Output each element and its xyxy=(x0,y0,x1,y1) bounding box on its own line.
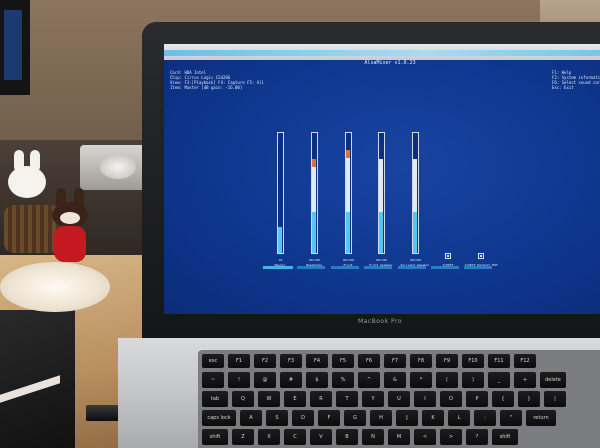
keyboard-key[interactable]: ( xyxy=(436,372,458,388)
keyboard-key[interactable]: F3 xyxy=(280,354,302,368)
keyboard-key[interactable]: F xyxy=(318,410,340,426)
keyboard-key[interactable]: ~ xyxy=(202,372,224,388)
keyboard-key[interactable]: F10 xyxy=(462,354,484,368)
keyboard-key[interactable]: V xyxy=(310,429,332,445)
keyboard-key[interactable]: ! xyxy=(228,372,250,388)
channel-value: 00<>00 xyxy=(343,258,354,262)
keyboard-key[interactable]: esc xyxy=(202,354,224,368)
keyboard-key[interactable]: % xyxy=(332,372,354,388)
channel-volume-low-segment xyxy=(278,227,282,253)
keyboard-key[interactable]: : xyxy=(474,410,496,426)
keyboard-key[interactable]: F6 xyxy=(358,354,380,368)
keyboard-key[interactable]: @ xyxy=(254,372,276,388)
help-line: Esc: Exit xyxy=(552,85,574,90)
channel-value: 44 xyxy=(278,258,283,262)
keyboard-key[interactable]: { xyxy=(492,391,514,407)
brown-rabbit-plush xyxy=(48,188,92,270)
keyboard-key[interactable]: F5 xyxy=(332,354,354,368)
keyboard-key[interactable]: Y xyxy=(362,391,384,407)
keyboard-key[interactable]: ^ xyxy=(358,372,380,388)
keyboard-key[interactable]: F4 xyxy=(306,354,328,368)
keyboard-key[interactable]: S xyxy=(266,410,288,426)
keyboard-key[interactable]: return xyxy=(526,410,556,426)
channel-name[interactable]: Surround Speaker xyxy=(398,263,432,267)
keyboard-key[interactable]: A xyxy=(240,410,262,426)
keyboard-key[interactable]: * xyxy=(410,372,432,388)
channel-volume-low-segment xyxy=(312,212,316,253)
keyboard-key[interactable]: shift xyxy=(202,429,228,445)
channel-name[interactable]: S/PDIF Default PCM xyxy=(464,263,498,267)
keyboard-key[interactable]: _ xyxy=(488,372,510,388)
channel-switch[interactable] xyxy=(478,253,484,259)
keyboard-key[interactable]: I xyxy=(414,391,436,407)
channel-name[interactable]: Front Speaker xyxy=(364,263,398,267)
keyboard-key[interactable]: D xyxy=(292,410,314,426)
keyboard-key[interactable]: J xyxy=(396,410,418,426)
keyboard-key[interactable]: P xyxy=(466,391,488,407)
channel-switch[interactable] xyxy=(445,253,451,259)
keyboard-key[interactable]: G xyxy=(344,410,366,426)
keyboard-key[interactable]: " xyxy=(500,410,522,426)
keyboard-key[interactable]: # xyxy=(280,372,302,388)
keyboard-key[interactable]: tab xyxy=(202,391,228,407)
keyboard-key[interactable]: F2 xyxy=(254,354,276,368)
keyboard-key[interactable]: ) xyxy=(462,372,484,388)
window-titlebar-highlight xyxy=(164,50,600,56)
keyboard-key[interactable]: $ xyxy=(306,372,328,388)
keyboard-key[interactable]: W xyxy=(258,391,280,407)
keyboard-key[interactable]: F7 xyxy=(384,354,406,368)
keyboard-key[interactable]: O xyxy=(440,391,462,407)
keyboard-key[interactable]: C xyxy=(284,429,306,445)
desk-mat xyxy=(0,310,75,448)
keyboard: esc F1 F2 F3 F4 F5 F6 F7 F8 F9 F10 F11 F12 ~! @ # $% ^ & *(… xyxy=(198,350,600,448)
keyboard-key[interactable]: F1 xyxy=(228,354,250,368)
channel-value: 00<>00 xyxy=(309,258,320,262)
channel-volume-peak-segment xyxy=(346,150,350,158)
keyboard-key[interactable]: T xyxy=(336,391,358,407)
keyboard-key[interactable]: U xyxy=(388,391,410,407)
keyboard-key[interactable]: F9 xyxy=(436,354,458,368)
keyboard-key[interactable]: K xyxy=(422,410,444,426)
channel-volume-low-segment xyxy=(379,212,383,253)
channel-value: 00<>00 xyxy=(410,258,421,262)
keyboard-key[interactable]: Z xyxy=(232,429,254,445)
channel-volume-peak-segment xyxy=(312,159,316,167)
info-line: Item: Master [dB gain: -16.00] xyxy=(170,85,243,90)
keyboard-key[interactable]: F8 xyxy=(410,354,432,368)
laptop-screen[interactable]: AlsaMixer v1.0.23 Card: HDA Intel Chip: C… xyxy=(164,44,600,314)
channel-volume-low-segment xyxy=(413,212,417,253)
keyboard-key[interactable]: F11 xyxy=(488,354,510,368)
keyboard-key[interactable]: E xyxy=(284,391,306,407)
keyboard-key[interactable]: L xyxy=(448,410,470,426)
keyboard-key[interactable]: ? xyxy=(466,429,488,445)
keyboard-key[interactable]: | xyxy=(544,391,566,407)
keyboard-key[interactable]: } xyxy=(518,391,540,407)
keyboard-key[interactable]: B xyxy=(336,429,358,445)
keyboard-key[interactable]: delete xyxy=(540,372,566,388)
channel-name[interactable]: Headphone xyxy=(297,263,331,267)
white-rabbit-plush xyxy=(6,150,48,210)
channel-name[interactable]: S/PDIF xyxy=(431,263,465,267)
keyboard-key[interactable]: N xyxy=(362,429,384,445)
keyboard-key[interactable]: < xyxy=(414,429,436,445)
keyboard-key[interactable]: M xyxy=(388,429,410,445)
channel-name[interactable]: Front xyxy=(331,263,365,267)
keyboard-key[interactable]: & xyxy=(384,372,406,388)
keyboard-key[interactable]: > xyxy=(440,429,462,445)
laptop-brand-label: MacBook Pro xyxy=(357,318,402,325)
keyboard-key[interactable]: Q xyxy=(232,391,254,407)
external-monitor-edge xyxy=(0,0,30,95)
channel-name[interactable]: Master xyxy=(263,263,297,267)
keyboard-key[interactable]: H xyxy=(370,410,392,426)
channel-volume-low-segment xyxy=(346,212,350,253)
channel-value: 00<>00 xyxy=(376,258,387,262)
keyboard-key[interactable]: + xyxy=(514,372,536,388)
keyboard-key[interactable]: X xyxy=(258,429,280,445)
keyboard-key[interactable]: shift xyxy=(492,429,518,445)
mixer-title: AlsaMixer v1.0.23 xyxy=(364,60,416,66)
cd-disc xyxy=(100,155,136,179)
keyboard-key[interactable]: F12 xyxy=(514,354,536,368)
keyboard-key[interactable]: caps lock xyxy=(202,410,236,426)
keyboard-key[interactable]: R xyxy=(310,391,332,407)
